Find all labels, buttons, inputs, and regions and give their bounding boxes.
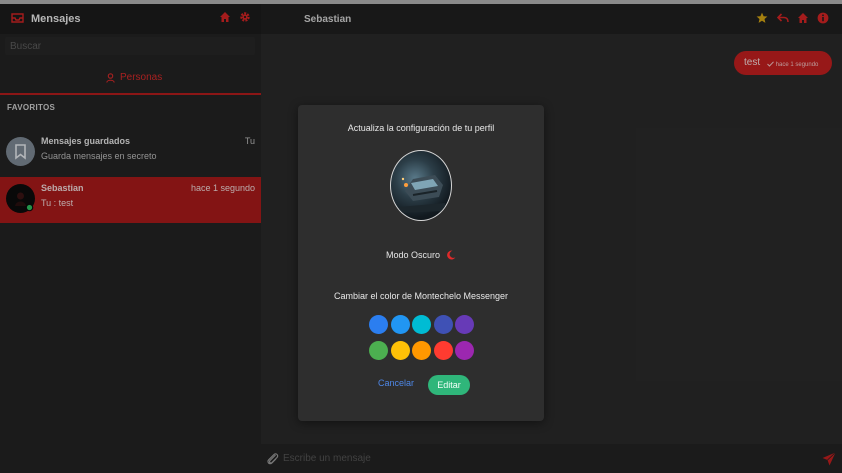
color-swatch[interactable] [455,341,474,360]
cancel-button[interactable]: Cancelar [378,378,414,388]
color-swatch[interactable] [412,315,431,334]
color-swatches [369,315,474,360]
color-swatch[interactable] [433,341,453,360]
color-swatch[interactable] [369,315,388,334]
color-swatch[interactable] [455,315,474,334]
edit-button[interactable]: Editar [428,375,470,395]
color-swatch[interactable] [369,341,388,360]
color-swatch[interactable] [433,315,453,334]
moon-icon [447,250,456,260]
profile-settings-modal: Actualiza la configuración de tu perfil … [298,105,544,421]
modal-title: Actualiza la configuración de tu perfil [347,123,495,133]
dark-mode-toggle[interactable]: Modo Oscuro [386,250,456,260]
dark-mode-label: Modo Oscuro [386,250,441,260]
profile-avatar-image [399,175,445,213]
color-swatch[interactable] [390,315,410,334]
color-section-label: Cambiar el color de Montechelo Messenger [333,291,509,301]
profile-avatar[interactable] [390,150,452,221]
color-swatch[interactable] [390,341,410,360]
color-swatch[interactable] [412,341,431,360]
